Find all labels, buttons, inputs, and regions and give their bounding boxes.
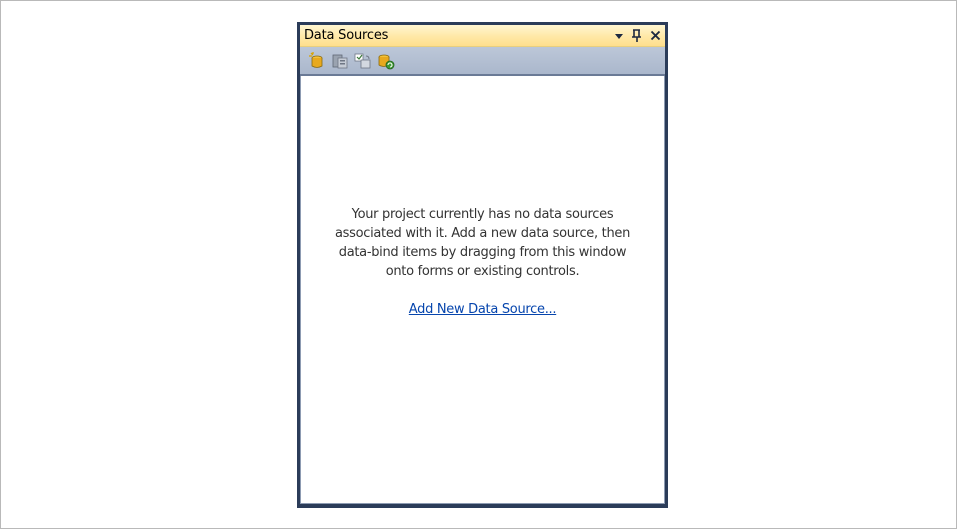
message-line: associated with it. Add a new data sourc… <box>334 226 631 241</box>
close-icon[interactable] <box>647 27 663 45</box>
chevron-down-icon[interactable] <box>611 27 627 45</box>
message-line: onto forms or existing controls. <box>385 264 580 279</box>
add-new-data-source-link[interactable]: Add New Data Source... <box>301 302 664 317</box>
empty-state-message: Your project currently has no data sourc… <box>301 205 664 281</box>
edit-dataset-designer-icon[interactable] <box>329 50 351 72</box>
data-sources-panel: Data Sources Your project currently has … <box>297 22 668 508</box>
panel-content: Your project currently has no data sourc… <box>300 76 665 504</box>
configure-dataset-icon[interactable] <box>352 50 374 72</box>
panel-title: Data Sources <box>304 28 389 43</box>
message-line: data-bind items by dragging from this wi… <box>338 245 627 260</box>
panel-titlebar[interactable]: Data Sources <box>300 25 665 47</box>
message-line: Your project currently has no data sourc… <box>351 207 614 222</box>
pin-icon[interactable] <box>629 27 645 45</box>
add-data-source-icon[interactable] <box>306 50 328 72</box>
panel-toolbar <box>300 47 665 76</box>
refresh-icon[interactable] <box>375 50 397 72</box>
